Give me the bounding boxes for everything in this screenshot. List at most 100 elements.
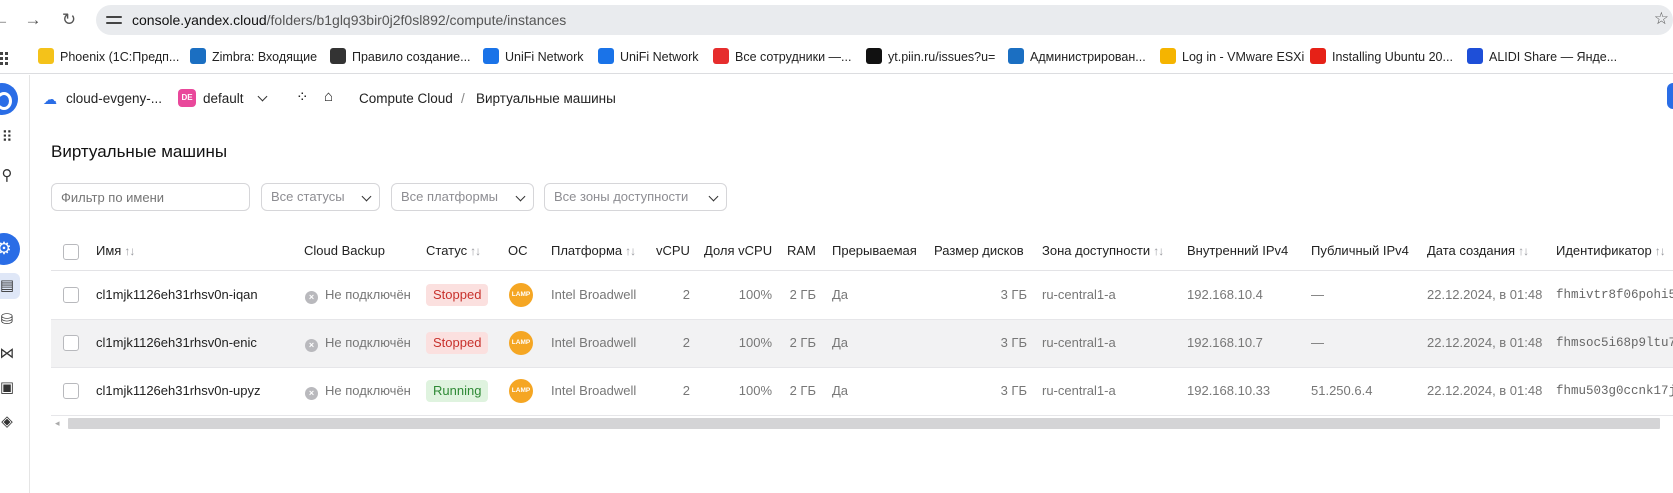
zone-cell: ru-central1-a <box>1042 335 1116 350</box>
column-platform[interactable]: Платформа ↑↓ <box>551 243 636 258</box>
column-status[interactable]: Статус ↑↓ <box>426 243 481 258</box>
folder-selector[interactable]: default <box>203 91 244 106</box>
globe-icon <box>330 48 346 64</box>
id-cell[interactable]: fhmivtr8f06pohi5 <box>1556 288 1673 302</box>
breadcrumb-current: Виртуальные машины <box>476 91 616 106</box>
status-select[interactable]: Все статусы <box>261 183 380 211</box>
column-id[interactable]: Идентификатор ↑↓ <box>1556 243 1666 258</box>
services-grid-icon[interactable]: ⠿ <box>0 129 16 147</box>
layers-icon[interactable]: ◈ <box>0 413 16 431</box>
bookmarks-bar: Phoenix (1С:Предп... Zimbra: Входящие Прав… <box>0 40 1673 74</box>
column-public-ip: Публичный IPv4 <box>1311 243 1409 258</box>
sort-icon: ↑↓ <box>1654 244 1666 258</box>
horizontal-scrollbar[interactable]: ◂ <box>55 417 1673 429</box>
site-info-icon[interactable] <box>106 12 122 28</box>
scrollbar-thumb[interactable] <box>68 418 1660 429</box>
back-arrow-icon[interactable]: ← <box>0 10 10 30</box>
network-icon[interactable]: ⋈ <box>0 345 16 363</box>
table-row[interactable]: cl1mjk1126eh31rhsv0n-upyz × Не подключён Ru… <box>51 368 1673 416</box>
column-vcpu-share: Доля vCPU <box>704 243 773 258</box>
ram-cell: 2 ГБ <box>789 383 816 398</box>
vcpu-cell: 2 <box>682 287 690 302</box>
backup-cell: × Не подключён <box>305 335 411 352</box>
header-action-button[interactable] <box>1667 83 1673 109</box>
service-map-icon[interactable]: ⁘ <box>296 88 309 106</box>
public-ip-cell: 51.250.6.4 <box>1311 383 1373 398</box>
url-text[interactable]: console.yandex.cloud/folders/b1glq93bir0… <box>132 12 566 28</box>
status-badge: Stopped <box>426 332 489 354</box>
chevron-down-icon <box>361 191 372 202</box>
id-cell[interactable]: fhmu503g0ccnk17j <box>1556 384 1673 398</box>
column-internal-ip: Внутренний IPv4 <box>1187 243 1289 258</box>
apps-grid-icon[interactable] <box>0 48 8 66</box>
vm-name-link[interactable]: cl1mjk1126eh31rhsv0n-iqan <box>96 287 258 302</box>
row-checkbox[interactable] <box>63 383 79 399</box>
bookmark-label: Zimbra: Входящие <box>212 50 318 64</box>
vm-name-link[interactable]: cl1mjk1126eh31rhsv0n-upyz <box>96 383 261 398</box>
platform-cell: Intel Broadwell <box>551 383 637 398</box>
chevron-down-icon <box>708 191 719 202</box>
bookmark-item[interactable]: yt.piin.ru/issues?u= <box>866 48 995 66</box>
select-all-checkbox[interactable] <box>63 244 79 260</box>
reload-icon[interactable]: ↻ <box>60 10 78 30</box>
sort-icon: ↑↓ <box>470 244 481 258</box>
disconnected-icon: × <box>305 291 318 304</box>
folder-badge: DE <box>178 89 196 107</box>
vcpu-cell: 2 <box>682 335 690 350</box>
bookmark-label: Администрирован... <box>1030 50 1146 64</box>
table-header: Имя ↑↓ Cloud Backup Статус ↑↓ ОС Платформа… <box>51 239 1673 271</box>
breadcrumb-service[interactable]: Compute Cloud <box>359 91 453 106</box>
row-checkbox[interactable] <box>63 287 79 303</box>
column-vcpu: vCPU <box>656 243 690 258</box>
lamp-os-icon: LAMP <box>509 379 533 403</box>
sort-icon: ↑↓ <box>1153 244 1164 258</box>
bookmark-item[interactable]: ALIDI Share — Янде... <box>1467 48 1617 66</box>
chevron-down-icon[interactable] <box>257 88 268 103</box>
disks-icon[interactable]: ⛁ <box>0 311 16 329</box>
column-created[interactable]: Дата создания ↑↓ <box>1427 243 1529 258</box>
id-cell[interactable]: fhmsoc5i68p9ltu7 <box>1556 336 1673 350</box>
bookmark-item[interactable]: Администрирован... <box>1008 48 1146 66</box>
bookmark-item[interactable]: Phoenix (1С:Предп... <box>38 48 179 66</box>
bookmark-label: Log in - VMware ESXi <box>1182 50 1305 64</box>
internal-ip-cell: 192.168.10.7 <box>1187 335 1263 350</box>
lamp-os-icon: LAMP <box>509 331 533 355</box>
name-filter-input[interactable] <box>51 183 250 211</box>
images-icon[interactable]: ▣ <box>0 379 16 397</box>
address-bar[interactable]: console.yandex.cloud/folders/b1glq93bir0… <box>96 5 1673 35</box>
yandex-cloud-logo-icon[interactable] <box>0 83 18 115</box>
unifi-icon <box>483 48 499 64</box>
disconnected-icon: × <box>305 387 318 400</box>
bookmark-item[interactable]: UniFi Network <box>598 48 699 66</box>
cloud-selector[interactable]: cloud-evgeny-... <box>66 91 162 106</box>
table-row[interactable]: cl1mjk1126eh31rhsv0n-iqan × Не подключён St… <box>51 272 1673 320</box>
disk-size-cell: 3 ГБ <box>1000 335 1027 350</box>
zone-cell: ru-central1-a <box>1042 383 1116 398</box>
platform-cell: Intel Broadwell <box>551 335 637 350</box>
table-row[interactable]: cl1mjk1126eh31rhsv0n-enic × Не подключён St… <box>51 320 1673 368</box>
bookmark-item[interactable]: Все сотрудники —... <box>713 48 851 66</box>
bookmark-item[interactable]: Правило создание... <box>330 48 471 66</box>
column-name[interactable]: Имя ↑↓ <box>96 243 135 258</box>
vm-name-link[interactable]: cl1mjk1126eh31rhsv0n-enic <box>96 335 257 350</box>
forward-arrow-icon[interactable]: → <box>24 10 42 30</box>
zone-select-value: Все зоны доступности <box>554 189 689 204</box>
scroll-left-icon[interactable]: ◂ <box>55 418 60 429</box>
bookmark-item[interactable]: Log in - VMware ESXi <box>1160 48 1304 66</box>
bookmark-item[interactable]: Zimbra: Входящие <box>190 48 317 66</box>
bookmark-star-icon[interactable]: ☆ <box>1654 9 1669 29</box>
created-cell: 22.12.2024, в 01:48 <box>1427 383 1543 398</box>
compute-service-icon[interactable]: ⚙ <box>0 233 20 265</box>
row-checkbox[interactable] <box>63 335 79 351</box>
bookmark-item[interactable]: Installing Ubuntu 20... <box>1310 48 1453 66</box>
backup-cell: × Не подключён <box>305 383 411 400</box>
platform-select[interactable]: Все платформы <box>391 183 534 211</box>
home-icon[interactable]: ⌂ <box>324 88 333 105</box>
search-icon[interactable]: ⚲ <box>0 167 16 185</box>
column-zone[interactable]: Зона доступности ↑↓ <box>1042 243 1164 258</box>
bookmark-item[interactable]: UniFi Network <box>483 48 584 66</box>
internal-ip-cell: 192.168.10.33 <box>1187 383 1271 398</box>
zone-select[interactable]: Все зоны доступности <box>544 183 727 211</box>
vm-list-icon[interactable]: ▤ <box>0 277 16 295</box>
ram-cell: 2 ГБ <box>789 335 816 350</box>
